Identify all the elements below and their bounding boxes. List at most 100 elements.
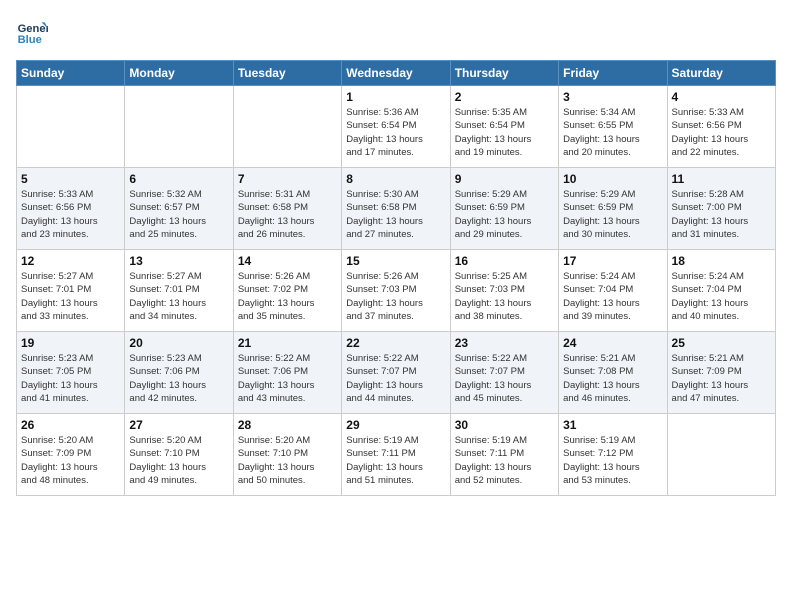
logo-icon: General Blue (16, 16, 48, 48)
col-header-friday: Friday (559, 61, 667, 86)
day-number: 12 (21, 254, 120, 268)
day-number: 7 (238, 172, 337, 186)
calendar-week-5: 26Sunrise: 5:20 AMSunset: 7:09 PMDayligh… (17, 414, 776, 496)
cell-info: Sunrise: 5:23 AMSunset: 7:05 PMDaylight:… (21, 352, 120, 405)
cell-info: Sunrise: 5:24 AMSunset: 7:04 PMDaylight:… (563, 270, 662, 323)
cell-info: Sunrise: 5:19 AMSunset: 7:11 PMDaylight:… (346, 434, 445, 487)
day-number: 5 (21, 172, 120, 186)
col-header-monday: Monday (125, 61, 233, 86)
day-number: 3 (563, 90, 662, 104)
day-number: 13 (129, 254, 228, 268)
day-number: 22 (346, 336, 445, 350)
day-number: 2 (455, 90, 554, 104)
day-number: 19 (21, 336, 120, 350)
cell-info: Sunrise: 5:29 AMSunset: 6:59 PMDaylight:… (563, 188, 662, 241)
day-number: 6 (129, 172, 228, 186)
calendar-cell: 18Sunrise: 5:24 AMSunset: 7:04 PMDayligh… (667, 250, 775, 332)
day-number: 21 (238, 336, 337, 350)
calendar-cell: 10Sunrise: 5:29 AMSunset: 6:59 PMDayligh… (559, 168, 667, 250)
day-number: 1 (346, 90, 445, 104)
svg-text:Blue: Blue (18, 34, 42, 46)
cell-info: Sunrise: 5:34 AMSunset: 6:55 PMDaylight:… (563, 106, 662, 159)
calendar-cell (667, 414, 775, 496)
calendar-cell: 16 Sunrise: 5:25 AMSunset: 7:03 PMDayligh… (450, 250, 558, 332)
calendar-cell: 22 Sunrise: 5:22 AMSunset: 7:07 PMDayligh… (342, 332, 450, 414)
cell-info: Sunrise: 5:23 AMSunset: 7:06 PMDaylight:… (129, 352, 228, 405)
calendar-cell: 12Sunrise: 5:27 AMSunset: 7:01 PMDayligh… (17, 250, 125, 332)
calendar-cell: 14 Sunrise: 5:26 AMSunset: 7:02 PMDayligh… (233, 250, 341, 332)
logo: General Blue (16, 16, 48, 48)
cell-info: Sunrise: 5:21 AMSunset: 7:09 PMDaylight:… (672, 352, 771, 405)
calendar-cell: 15 Sunrise: 5:26 AMSunset: 7:03 PMDayligh… (342, 250, 450, 332)
cell-info: Sunrise: 5:22 AMSunset: 7:07 PMDaylight:… (455, 352, 554, 405)
cell-info: Sunrise: 5:25 AMSunset: 7:03 PMDaylight:… (455, 270, 554, 323)
cell-info: Sunrise: 5:30 AMSunset: 6:58 PMDaylight:… (346, 188, 445, 241)
cell-info: Sunrise: 5:20 AMSunset: 7:09 PMDaylight:… (21, 434, 120, 487)
cell-info: Sunrise: 5:22 AMSunset: 7:06 PMDaylight:… (238, 352, 337, 405)
day-number: 30 (455, 418, 554, 432)
calendar-cell: 13 Sunrise: 5:27 AMSunset: 7:01 PMDayligh… (125, 250, 233, 332)
day-number: 16 (455, 254, 554, 268)
calendar-week-3: 12 Sunrise: 5:27 AMSunset: 7:01 PMDayligh… (17, 250, 776, 332)
col-header-saturday: Saturday (667, 61, 775, 86)
calendar-cell: 25 Sunrise: 5:21 AMSunset: 7:09 PMDayligh… (667, 332, 775, 414)
day-number: 20 (129, 336, 228, 350)
day-number: 14 (238, 254, 337, 268)
col-header-tuesday: Tuesday (233, 61, 341, 86)
calendar-cell: 6 Sunrise: 5:32 AMSunset: 6:57 PMDaylight… (125, 168, 233, 250)
day-number: 11 (672, 172, 771, 186)
cell-info: Sunrise: 5:20 AMSunset: 7:10 PMDaylight:… (238, 434, 337, 487)
calendar-header-row: SundayMondayTuesdayWednesdayThursdayFrid… (17, 61, 776, 86)
calendar-cell: 21 Sunrise: 5:22 AMSunset: 7:06 PMDayligh… (233, 332, 341, 414)
col-header-thursday: Thursday (450, 61, 558, 86)
calendar-cell: 29 Sunrise: 5:19 AMSunset: 7:11 PMDayligh… (342, 414, 450, 496)
calendar-week-1: 1 Sunrise: 5:36 AMSunset: 6:54 PMDaylight… (17, 86, 776, 168)
calendar-cell: 20 Sunrise: 5:23 AMSunset: 7:06 PMDayligh… (125, 332, 233, 414)
calendar-cell: 9 Sunrise: 5:29 AMSunset: 6:59 PMDaylight… (450, 168, 558, 250)
cell-info: Sunrise: 5:36 AMSunset: 6:54 PMDaylight:… (346, 106, 445, 159)
calendar-table: SundayMondayTuesdayWednesdayThursdayFrid… (16, 60, 776, 496)
page-header: General Blue (16, 16, 776, 48)
calendar-week-4: 19 Sunrise: 5:23 AMSunset: 7:05 PMDayligh… (17, 332, 776, 414)
col-header-wednesday: Wednesday (342, 61, 450, 86)
calendar-cell: 31 Sunrise: 5:19 AMSunset: 7:12 PMDayligh… (559, 414, 667, 496)
cell-info: Sunrise: 5:35 AMSunset: 6:54 PMDaylight:… (455, 106, 554, 159)
day-number: 9 (455, 172, 554, 186)
calendar-week-2: 5Sunrise: 5:33 AMSunset: 6:56 PMDaylight… (17, 168, 776, 250)
day-number: 29 (346, 418, 445, 432)
calendar-cell: 11 Sunrise: 5:28 AMSunset: 7:00 PMDayligh… (667, 168, 775, 250)
day-number: 4 (672, 90, 771, 104)
day-number: 25 (672, 336, 771, 350)
day-number: 15 (346, 254, 445, 268)
cell-info: Sunrise: 5:27 AMSunset: 7:01 PMDaylight:… (129, 270, 228, 323)
day-number: 28 (238, 418, 337, 432)
cell-info: Sunrise: 5:19 AMSunset: 7:11 PMDaylight:… (455, 434, 554, 487)
calendar-cell: 8 Sunrise: 5:30 AMSunset: 6:58 PMDaylight… (342, 168, 450, 250)
cell-info: Sunrise: 5:33 AMSunset: 6:56 PMDaylight:… (672, 106, 771, 159)
calendar-cell: 30 Sunrise: 5:19 AMSunset: 7:11 PMDayligh… (450, 414, 558, 496)
cell-info: Sunrise: 5:19 AMSunset: 7:12 PMDaylight:… (563, 434, 662, 487)
cell-info: Sunrise: 5:29 AMSunset: 6:59 PMDaylight:… (455, 188, 554, 241)
day-number: 27 (129, 418, 228, 432)
cell-info: Sunrise: 5:32 AMSunset: 6:57 PMDaylight:… (129, 188, 228, 241)
calendar-cell: 19 Sunrise: 5:23 AMSunset: 7:05 PMDayligh… (17, 332, 125, 414)
calendar-cell: 4 Sunrise: 5:33 AMSunset: 6:56 PMDaylight… (667, 86, 775, 168)
cell-info: Sunrise: 5:22 AMSunset: 7:07 PMDaylight:… (346, 352, 445, 405)
svg-text:General: General (18, 23, 48, 35)
day-number: 18 (672, 254, 771, 268)
calendar-cell: 7 Sunrise: 5:31 AMSunset: 6:58 PMDaylight… (233, 168, 341, 250)
day-number: 17 (563, 254, 662, 268)
calendar-cell (233, 86, 341, 168)
cell-info: Sunrise: 5:20 AMSunset: 7:10 PMDaylight:… (129, 434, 228, 487)
cell-info: Sunrise: 5:28 AMSunset: 7:00 PMDaylight:… (672, 188, 771, 241)
day-number: 8 (346, 172, 445, 186)
cell-info: Sunrise: 5:26 AMSunset: 7:03 PMDaylight:… (346, 270, 445, 323)
day-number: 23 (455, 336, 554, 350)
cell-info: Sunrise: 5:26 AMSunset: 7:02 PMDaylight:… (238, 270, 337, 323)
calendar-cell (17, 86, 125, 168)
calendar-cell (125, 86, 233, 168)
calendar-cell: 27 Sunrise: 5:20 AMSunset: 7:10 PMDayligh… (125, 414, 233, 496)
calendar-cell: 2 Sunrise: 5:35 AMSunset: 6:54 PMDaylight… (450, 86, 558, 168)
day-number: 31 (563, 418, 662, 432)
cell-info: Sunrise: 5:31 AMSunset: 6:58 PMDaylight:… (238, 188, 337, 241)
